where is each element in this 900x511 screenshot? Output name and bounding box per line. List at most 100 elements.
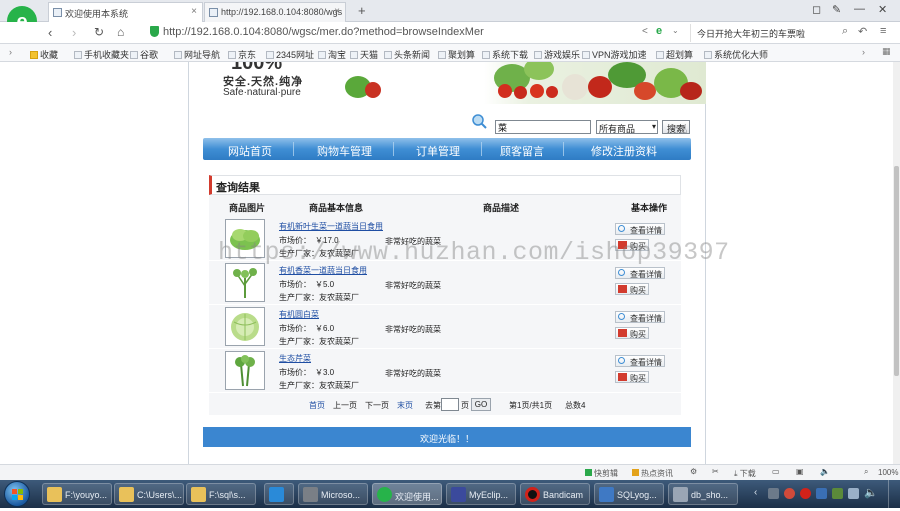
zoom-icon[interactable]: ⌕: [864, 467, 868, 477]
taskbar-folder-users[interactable]: C:\Users\...: [114, 483, 184, 505]
screen-icon[interactable]: ▣: [796, 467, 804, 476]
bookmark-item[interactable]: 超划算: [656, 48, 693, 61]
bookmark-item[interactable]: 京东: [228, 48, 256, 61]
new-tab-button[interactable]: +: [358, 3, 366, 18]
view-detail-button[interactable]: 查看详情: [615, 355, 665, 367]
more-bookmarks-icon[interactable]: ›: [862, 47, 865, 57]
next-page-link[interactable]: 下一页: [365, 400, 389, 411]
scrollbar-thumb[interactable]: [894, 166, 899, 376]
table-row: 有机香菜一道蔬当日食用 市场价： ￥5.0 生产厂家： 友农蔬菜厂 非常好吃的蔬…: [209, 261, 681, 305]
start-button[interactable]: [4, 481, 30, 507]
menu-icon[interactable]: ≡: [880, 25, 886, 37]
taskbar-folder-youyo[interactable]: F:\youyo...: [42, 483, 112, 505]
buy-button[interactable]: 购买: [615, 283, 649, 295]
view-detail-button[interactable]: 查看详情: [615, 311, 665, 323]
quick-clip-item[interactable]: 快剪辑: [585, 468, 618, 479]
minimize-icon[interactable]: —: [854, 3, 865, 15]
cart-icon: [618, 329, 627, 337]
tray-app-icon[interactable]: [784, 488, 795, 499]
product-name-link[interactable]: 有机圆白菜: [279, 309, 319, 320]
category-select[interactable]: 所有商品 ▾: [596, 120, 658, 134]
page-number-input[interactable]: [441, 398, 459, 411]
bookmark-item[interactable]: 收藏: [30, 48, 58, 61]
bookmark-item[interactable]: 头条新闻: [384, 48, 430, 61]
restore-down-icon[interactable]: ◻: [812, 3, 821, 16]
downloads-item[interactable]: ⤓ 下载: [734, 468, 756, 479]
skin-icon[interactable]: ✎: [832, 3, 841, 16]
apps-grid-icon[interactable]: ▦: [882, 46, 891, 57]
bookmark-item[interactable]: 淘宝: [318, 48, 346, 61]
last-page-link[interactable]: 末页: [397, 400, 413, 411]
tools-icon[interactable]: ✂: [712, 467, 719, 476]
taskbar-sqlyog[interactable]: SQLyog...: [594, 483, 664, 505]
search-input[interactable]: [495, 120, 591, 134]
mode-dropdown-icon[interactable]: ⌄: [672, 26, 679, 35]
forward-icon[interactable]: ›: [72, 25, 76, 40]
taskbar-browser[interactable]: 欢迎使用...: [372, 483, 442, 505]
taskbar-bandicam[interactable]: Bandicam: [520, 483, 590, 505]
tab-url[interactable]: http://192.168.0.104:8080/wgs ×: [204, 2, 346, 22]
bookmark-item[interactable]: 游戏娱乐: [534, 48, 580, 61]
bookmark-item[interactable]: 谷歌: [130, 48, 158, 61]
show-desktop-button[interactable]: [888, 480, 898, 508]
tab-welcome[interactable]: 欢迎使用本系统 ×: [48, 2, 203, 22]
taskbar-microsoft[interactable]: Microso...: [298, 483, 368, 505]
go-button[interactable]: GO: [471, 398, 491, 411]
back-icon[interactable]: ‹: [48, 25, 52, 40]
compat-mode-icon[interactable]: e: [656, 25, 662, 37]
nav-home[interactable]: 网站首页: [228, 143, 272, 159]
news-ticker-field[interactable]: 今日开抢大年初三的车票啦: [690, 24, 830, 42]
search-icon[interactable]: ⌕: [842, 25, 848, 38]
sound-icon[interactable]: 🔈: [820, 467, 830, 476]
tray-app-icon[interactable]: [768, 488, 779, 499]
product-name-link[interactable]: 有机新叶生菜一道蔬当日食用: [279, 221, 383, 232]
refresh-icon[interactable]: ↻: [94, 25, 104, 39]
prev-page-link[interactable]: 上一页: [333, 400, 357, 411]
buy-button[interactable]: 购买: [615, 327, 649, 339]
bookmark-item[interactable]: 天猫: [350, 48, 378, 61]
product-name-link[interactable]: 生态芹菜: [279, 353, 311, 364]
sidebar-toggle-icon[interactable]: ›: [9, 47, 12, 57]
taskbar-folder-sql[interactable]: F:\sql\s...: [186, 483, 256, 505]
tray-record-icon[interactable]: [800, 488, 811, 499]
close-tab-icon[interactable]: ×: [191, 6, 197, 17]
share-icon[interactable]: <: [642, 26, 648, 37]
bookmark-item[interactable]: 2345网址: [266, 48, 314, 61]
nav-cart[interactable]: 购物车管理: [317, 143, 372, 159]
nav-messages[interactable]: 顾客留言: [500, 143, 544, 159]
close-window-icon[interactable]: ✕: [878, 3, 887, 16]
first-page-link[interactable]: 首页: [309, 400, 325, 411]
url-field[interactable]: http://192.168.0.104:8080/wgsc/mer.do?me…: [146, 24, 616, 42]
volume-icon[interactable]: 🔈: [864, 486, 878, 499]
bookmark-item[interactable]: 手机收藏夹: [74, 48, 129, 61]
tab-restore-icon[interactable]: ▭: [772, 467, 780, 476]
view-detail-button[interactable]: 查看详情: [615, 267, 665, 279]
taskbar-app-bird[interactable]: [264, 483, 294, 505]
settings-icon[interactable]: ⚙: [690, 467, 697, 476]
network-icon[interactable]: [848, 488, 859, 499]
product-coriander-image[interactable]: [225, 263, 265, 302]
tray-app-icon[interactable]: [832, 488, 843, 499]
buy-button[interactable]: 购买: [615, 371, 649, 383]
product-celery-image[interactable]: [225, 351, 265, 390]
bookmark-item[interactable]: 系统优化大师: [704, 48, 768, 61]
tray-expand-icon[interactable]: ‹: [754, 487, 757, 498]
home-icon[interactable]: ⌂: [117, 25, 124, 39]
nav-edit-profile[interactable]: 修改注册资料: [591, 143, 657, 159]
nav-orders[interactable]: 订单管理: [416, 143, 460, 159]
tray-app-icon[interactable]: [816, 488, 827, 499]
bookmark-item[interactable]: 网址导航: [174, 48, 220, 61]
bookmark-item[interactable]: 系统下载: [482, 48, 528, 61]
product-cabbage-image[interactable]: [225, 307, 265, 346]
page-scrollbar[interactable]: [893, 62, 900, 464]
zoom-level[interactable]: 100%: [878, 468, 898, 477]
undo-icon[interactable]: ↶: [858, 25, 867, 38]
taskbar-db-shop[interactable]: db_sho...: [668, 483, 738, 505]
bookmark-item[interactable]: VPN游戏加速: [582, 48, 647, 61]
taskbar-myeclipse[interactable]: MyEclip...: [446, 483, 516, 505]
bookmark-item[interactable]: 聚划算: [438, 48, 475, 61]
view-detail-button[interactable]: 查看详情: [615, 223, 665, 235]
hot-news-item[interactable]: 热点资讯: [632, 468, 673, 479]
price-value: ￥3.0: [315, 368, 335, 377]
close-tab-icon[interactable]: ×: [334, 6, 340, 17]
